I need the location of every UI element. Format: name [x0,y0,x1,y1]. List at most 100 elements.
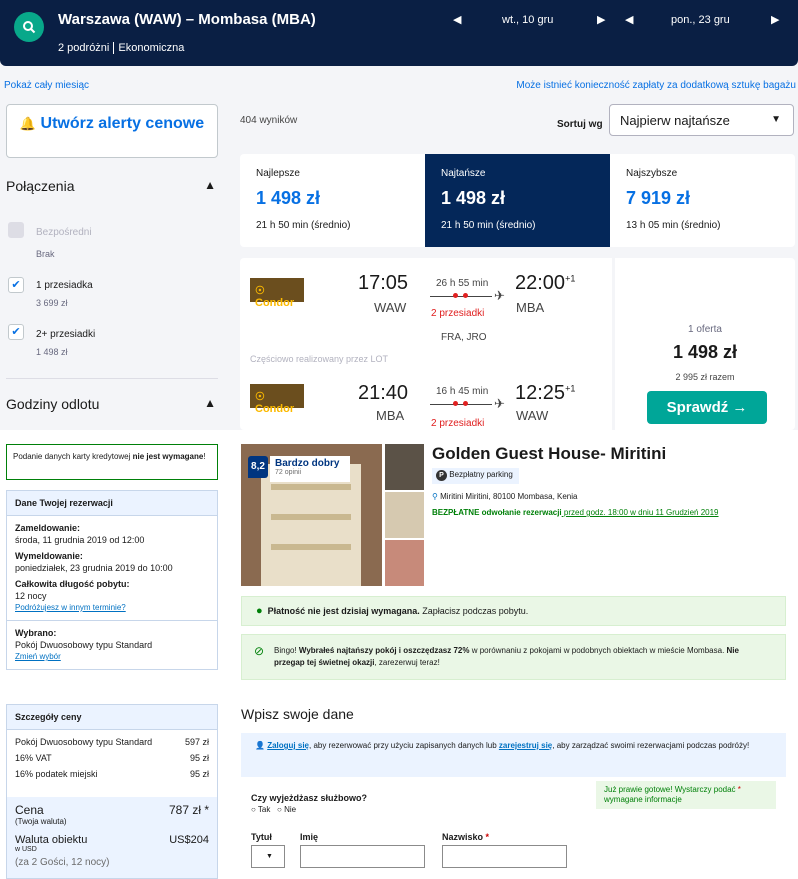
form-title: Wpisz swoje dane [241,706,354,722]
tab-duration: 13 h 05 min (średnio) [626,220,721,231]
select-flight-button[interactable]: Sprawdź → [647,391,767,424]
tab-best[interactable]: Najlepsze 1 498 zł 21 h 50 min (średnio) [240,154,425,247]
prev-return-date-icon[interactable]: ◀ [625,13,633,26]
bell-icon: 🔔 [19,116,37,131]
two-stop-checkbox[interactable]: ✔ [8,324,24,340]
total-sub: (Twoja waluta) [15,817,67,826]
chosen-label: Wybrano: [15,628,57,638]
rating-box: Bardzo dobry 72 opinii [270,456,350,482]
price-row-label: 16% VAT [15,753,52,763]
show-month-link[interactable]: Pokaż cały miesiąc [4,80,89,91]
search-button[interactable] [14,12,44,42]
last-name-input[interactable] [442,845,567,868]
inbound-depart-airport: MBA [376,408,405,423]
two-stop-price: 1 498 zł [36,347,68,357]
checkin-value: środa, 11 grudnia 2019 od 12:00 [15,535,145,545]
hotel-photo-thumb[interactable] [385,540,424,586]
hotel-photo-thumb[interactable] [385,444,424,490]
flight-card[interactable]: ☉ Condor 17:05 WAW 26 h 55 min ✈ 2 przes… [240,258,612,430]
chevron-down-icon: ▼ [771,114,781,125]
inbound-arrive-airport: WAW [516,408,549,423]
depart-date[interactable]: wt., 10 gru [502,14,553,26]
route-title[interactable]: Warszawa (WAW) – Mombasa (MBA) [58,11,316,28]
plane-icon: ✈ [494,288,505,303]
direct-checkbox[interactable] [8,222,24,238]
other-date-link[interactable]: Podróżujesz w innym terminie? [15,602,209,614]
tab-cheapest[interactable]: Najtańsze 1 498 zł 21 h 50 min (średnio) [425,154,610,247]
plus-day: +1 [565,383,576,394]
offer-count: 1 oferta [688,324,722,335]
business-options: ○ Tak ○ Nie [251,805,296,814]
note-text: Podanie danych karty kredytowej [13,452,133,461]
arrive-time-text: 22:00 [515,272,566,294]
next-return-date-icon[interactable]: ▶ [771,13,779,26]
title-select[interactable]: ▼ [251,845,285,868]
checkout-value: poniedziałek, 23 grudnia 2019 do 10:00 [15,563,173,573]
tab-fastest[interactable]: Najszybsze 7 919 zł 13 h 05 min (średnio… [610,154,795,247]
passenger-summary[interactable]: 2 podróżni Ekonomiczna [58,42,184,54]
local-currency-row: Waluta obiektu US$204 [15,834,209,846]
rating-badge: 8,2 [248,456,268,478]
flight-offer: 1 oferta 1 498 zł 2 995 zł razem Sprawdź… [615,258,795,430]
tab-price: 1 498 zł [441,188,506,208]
hotel-name[interactable]: Golden Guest House- Miritini [432,444,666,464]
last-name-label: Nazwisko * [442,832,489,842]
free-cancellation: BEZPŁATNE odwołanie rezerwacji przed god… [432,508,719,517]
bingo-note: ⊘ Bingo! Wybrałeś najtańszy pokój i oszcz… [241,634,786,680]
business-question: Czy wyjeżdżasz służbowo? [251,793,368,803]
connections-header[interactable]: Połączenia ▲ [6,178,216,194]
cancel-rest[interactable]: przed godz. 18:00 w dniu 11 Grudzień 201… [562,508,719,517]
departure-times-header[interactable]: Godziny odlotu ▲ [6,396,216,412]
yes-radio[interactable]: ○ [251,805,256,814]
price-details-panel: Szczegóły ceny Pokój Dwuosobowy typu Sta… [6,704,218,879]
return-date[interactable]: pon., 23 gru [671,14,730,26]
chevron-up-icon: ▲ [204,178,216,192]
price-row-label: 16% podatek miejski [15,769,98,779]
one-stop-checkbox[interactable]: ✔ [8,277,24,293]
outbound-arrive-airport: MBA [516,300,545,315]
checkmark-icon: ✔ [11,326,21,338]
login-link[interactable]: Zaloguj się [267,741,309,750]
direct-label: Bezpośredni [36,227,92,238]
stop-dot [463,401,468,406]
sort-select[interactable]: Najpierw najtańsze ▼ [609,104,794,136]
bingo-text: Bingo! [274,646,299,655]
price-alert-button[interactable]: 🔔 Utwórz alerty cenowe [6,104,218,158]
sort-value: Najpierw najtańsze [620,113,730,128]
prev-depart-date-icon[interactable]: ◀ [453,13,461,26]
form-fields: Czy wyjeżdżasz służbowo? ○ Tak ○ Nie Już… [241,777,786,873]
register-link[interactable]: zarejestruj się [499,741,552,750]
no-radio[interactable]: ○ [277,805,282,814]
results-count: 404 wyników [240,115,298,126]
price-row-value: 95 zł [189,753,209,763]
passengers-count: 2 podróżni [58,42,110,54]
inbound-depart-time: 21:40 [358,382,409,404]
almost-text: wymagane informacje [604,795,682,804]
outbound-route-line [430,296,492,297]
hotel-photo-thumb[interactable] [385,492,424,538]
first-name-input[interactable] [300,845,425,868]
length-label: Całkowita długość pobytu: [15,579,130,589]
change-selection-link[interactable]: Zmień wybór [15,651,209,663]
bingo-bold: Wybrałeś najtańszy pokój i oszczędzasz 7… [298,646,470,655]
chevron-down-icon: ▼ [266,853,273,860]
bingo-text: w porównaniu z pokojami w podobnych obie… [469,646,727,655]
stop-dot [463,293,468,298]
one-stop-price: 3 699 zł [36,298,68,308]
pay-bold: Płatność nie jest dzisiaj wymagana. [267,606,420,616]
guest-form: 👤 Zaloguj się, aby rezerwować przy użyci… [241,733,786,873]
price-row-value: 597 zł [184,737,209,747]
total-box: Cena 787 zł * (Twoja waluta) Waluta obiek… [7,797,217,878]
outbound-depart-time: 17:05 [358,272,409,294]
next-depart-date-icon[interactable]: ▶ [597,13,605,26]
review-count: 72 opinii [275,469,302,476]
title-label: Tytuł [251,832,272,842]
outbound-depart-airport: WAW [374,300,407,315]
login-text: , aby rezerwować przy użyciu zapisanych … [309,741,499,750]
hotel-photo-main[interactable]: 8,2 Bardzo dobry 72 opinii [241,444,382,586]
panel-title: Szczegóły ceny [7,705,217,730]
local-label: Waluta obiektu [15,834,88,846]
checkin-label: Zameldowanie: [15,523,81,533]
baggage-link[interactable]: Może istnieć konieczność zapłaty za doda… [516,80,796,91]
search-header: Warszawa (WAW) – Mombasa (MBA) 2 podróżn… [0,0,798,66]
